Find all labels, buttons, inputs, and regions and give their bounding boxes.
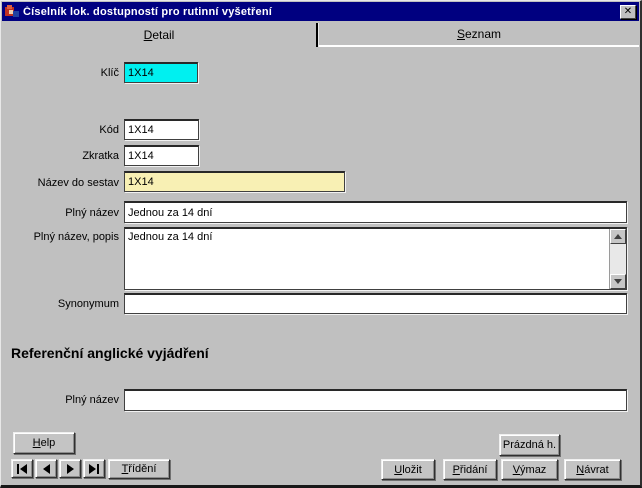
first-record-button[interactable] [11, 459, 33, 478]
plny-nazev-popis-field[interactable]: Jednou za 14 dní [124, 227, 627, 290]
tab-seznam-label: Seznam [457, 27, 501, 41]
previous-record-icon [43, 464, 50, 474]
first-record-icon [17, 464, 27, 474]
window-title: Číselník lok. dostupností pro rutinní vy… [23, 6, 620, 18]
klic-label: Klíč [9, 67, 119, 79]
prazdna-h-button[interactable]: Prázdná h. [499, 434, 560, 456]
en-plny-nazev-field[interactable] [124, 389, 627, 411]
title-bar: Číselník lok. dostupností pro rutinní vy… [2, 2, 639, 21]
nazev-do-sestav-label: Název do sestav [9, 177, 119, 189]
tab-bar: Detail Seznam [2, 23, 639, 47]
last-record-icon [89, 464, 99, 474]
scroll-down-icon[interactable] [610, 274, 626, 289]
previous-record-button[interactable] [35, 459, 57, 478]
scroll-up-icon[interactable] [610, 229, 626, 244]
pridani-button[interactable]: Přidání [443, 459, 497, 480]
ulozit-button[interactable]: Uložit [381, 459, 435, 480]
memo-scrollbar[interactable] [609, 229, 626, 289]
tab-seznam[interactable]: Seznam [319, 23, 639, 47]
last-record-button[interactable] [83, 459, 105, 478]
app-icon [5, 5, 19, 18]
kod-field[interactable] [124, 119, 199, 140]
zkratka-label: Zkratka [9, 150, 119, 162]
tab-detail[interactable]: Detail [2, 23, 316, 47]
klic-field[interactable] [124, 62, 198, 83]
tab-detail-label: Detail [144, 28, 175, 42]
synonymum-field[interactable] [124, 293, 627, 314]
close-icon[interactable]: ✕ [620, 5, 636, 19]
nazev-do-sestav-field[interactable] [124, 171, 345, 192]
english-section-heading: Referenční anglické vyjádření [11, 345, 209, 361]
record-navigator [11, 459, 105, 478]
dialog-window: Číselník lok. dostupností pro rutinní vy… [0, 0, 642, 488]
navrat-button[interactable]: Návrat [564, 459, 621, 480]
kod-label: Kód [9, 124, 119, 136]
zkratka-field[interactable] [124, 145, 199, 166]
plny-nazev-field[interactable] [124, 201, 627, 223]
plny-nazev-popis-text[interactable]: Jednou za 14 dní [125, 229, 609, 289]
trideni-button[interactable]: Třídění [108, 459, 170, 479]
next-record-button[interactable] [59, 459, 81, 478]
synonymum-label: Synonymum [9, 298, 119, 310]
en-plny-nazev-label: Plný název [9, 394, 119, 406]
plny-nazev-label: Plný název [9, 207, 119, 219]
plny-nazev-popis-label: Plný název, popis [9, 231, 119, 243]
vymaz-button[interactable]: Výmaz [501, 459, 558, 480]
help-button[interactable]: Help [13, 432, 75, 454]
next-record-icon [67, 464, 74, 474]
